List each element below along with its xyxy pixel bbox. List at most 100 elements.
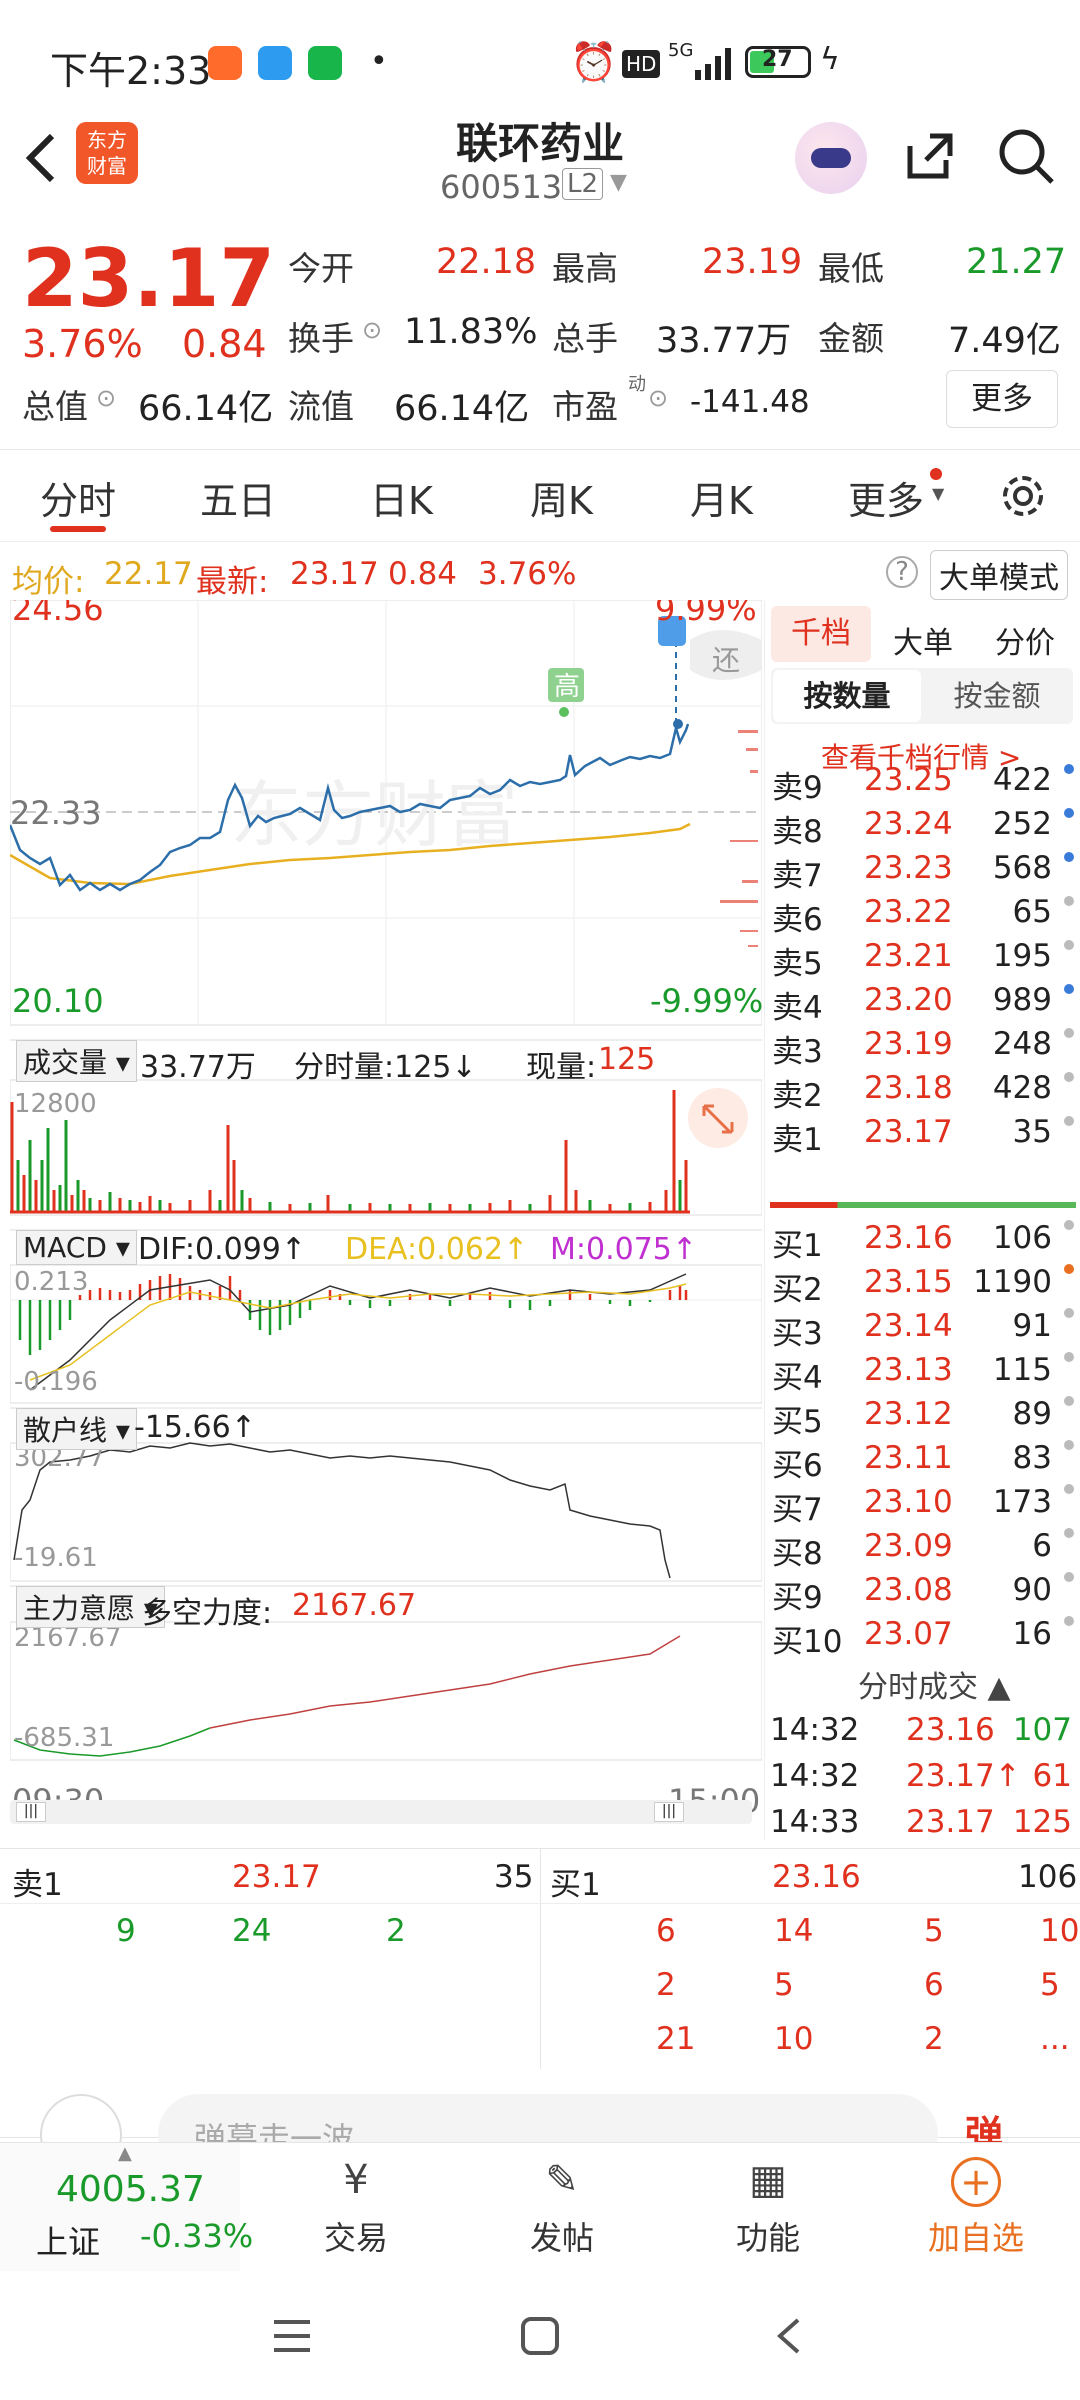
more-button[interactable]: 更多 (946, 370, 1058, 428)
tab-daily-k[interactable]: 日K (370, 470, 433, 525)
tab-monthly-k[interactable]: 月K (690, 470, 753, 525)
ask-volume: 195 (992, 938, 1052, 974)
ask-row[interactable]: 卖7 23.23 568 (768, 850, 1080, 894)
ask-row[interactable]: 卖2 23.18 428 (768, 1070, 1080, 1114)
open-value: 22.18 (436, 242, 537, 282)
bid-row[interactable]: 买4 23.13 115 (768, 1350, 1080, 1396)
nav-function[interactable]: ▦ 功能 (698, 2157, 838, 2259)
tab-more[interactable]: 更多 (848, 470, 924, 525)
tab-weekly-k[interactable]: 周K (530, 470, 593, 525)
bid-row[interactable]: 买10 23.07 16 (768, 1614, 1080, 1660)
index-widget[interactable]: ▲ 4005.37 上证 -0.33% (0, 2143, 253, 2271)
ask-row[interactable]: 卖6 23.22 65 (768, 894, 1080, 938)
ask-row[interactable]: 卖8 23.24 252 (768, 806, 1080, 850)
danmu-send-button[interactable]: 弹 (965, 2104, 1003, 2144)
tab-price-distribution[interactable]: 分价 (995, 618, 1055, 662)
bid-label: 买10 (772, 1624, 843, 1660)
info-icon[interactable]: ⊙ (96, 384, 116, 412)
macd-indicator-select[interactable]: MACD ▾ (16, 1230, 137, 1265)
system-nav-bar (0, 2272, 1080, 2400)
volume-indicator-select[interactable]: 成交量 ▾ (16, 1040, 137, 1082)
scroll-handle-right: ||| (654, 1802, 684, 1822)
intraday-chart-area[interactable]: 东方财富 高 还 24.56 22.33 20.10 9.99% -9.99% … (8, 590, 763, 1840)
trade-price: 23.17↑ (906, 1758, 1021, 1794)
share-icon[interactable] (900, 126, 960, 186)
ask-price: 23.19 (864, 1026, 953, 1062)
bid-row[interactable]: 买1 23.16 106 (768, 1218, 1080, 1264)
charging-icon: ϟ (820, 42, 840, 77)
mktcap-label: 总值 (22, 387, 88, 426)
chart-scrollbar[interactable]: ||| ||| (10, 1800, 752, 1824)
tab-by-amount[interactable]: 按金额 (923, 670, 1071, 722)
queue-sell-item: 9 (116, 1913, 136, 1949)
queue-buy-item: 6 (924, 1967, 944, 2003)
settings-gear-icon[interactable] (995, 468, 1051, 524)
order-dot-icon (1064, 1396, 1074, 1406)
search-icon[interactable] (996, 126, 1056, 186)
order-dot-icon (1064, 764, 1074, 774)
retail-indicator-select[interactable]: 散户线 ▾ (16, 1408, 137, 1450)
queue-buy-item: 10 (1040, 1913, 1080, 1949)
bid-label: 买4 (772, 1360, 823, 1396)
home-icon[interactable] (520, 2316, 560, 2356)
queue-buy-item: 2 (924, 2021, 944, 2057)
return-button[interactable]: 还 (712, 644, 740, 677)
bid-row[interactable]: 买7 23.10 173 (768, 1482, 1080, 1528)
back-nav-icon[interactable] (770, 2316, 810, 2356)
tab-big-order[interactable]: 大单 (893, 618, 953, 662)
bid-price: 23.16 (864, 1220, 953, 1256)
dropdown-icon[interactable]: ▼ (932, 484, 944, 503)
ask-row[interactable]: 卖5 23.21 195 (768, 938, 1080, 982)
order-dot-icon (1064, 896, 1074, 906)
ask-price: 23.24 (864, 806, 953, 842)
bid-volume: 106 (992, 1220, 1052, 1256)
bid-volume: 89 (1012, 1396, 1052, 1432)
level-badge[interactable]: L2 (562, 168, 604, 200)
y-axis-mid: 22.33 (10, 794, 102, 832)
tab-intraday[interactable]: 分时 (40, 470, 116, 525)
bid-row[interactable]: 买2 23.15 1190 (768, 1262, 1080, 1308)
tab-five-day[interactable]: 五日 (200, 470, 276, 525)
ask-row[interactable]: 卖9 23.25 422 (768, 762, 1080, 806)
bid-price: 23.09 (864, 1528, 953, 1564)
trades-title[interactable]: 分时成交 ▲ (858, 1662, 1011, 1706)
ask-row[interactable]: 卖1 23.17 35 (768, 1114, 1080, 1158)
nav-trade[interactable]: ¥ 交易 (286, 2157, 426, 2259)
nav-add-watchlist[interactable]: + 加自选 (906, 2157, 1046, 2259)
ask-row[interactable]: 卖4 23.20 989 (768, 982, 1080, 1026)
help-icon[interactable]: ? (886, 556, 918, 588)
big-order-mode-button[interactable]: 大单模式 (930, 550, 1068, 600)
info-icon[interactable]: ⊙ (648, 384, 668, 412)
float-value: 66.14亿 (394, 389, 530, 429)
nav-post[interactable]: ✎ 发帖 (492, 2157, 632, 2259)
bid-row[interactable]: 买6 23.11 83 (768, 1438, 1080, 1484)
dropdown-icon[interactable]: ▼ (610, 170, 627, 195)
order-dot-icon (1064, 1028, 1074, 1038)
danmu-list-icon[interactable] (40, 2094, 122, 2144)
tab-depth[interactable]: 千档 (771, 606, 871, 662)
orderbook-subtabs: 按数量 按金额 (771, 668, 1073, 724)
assistant-avatar[interactable] (795, 122, 867, 194)
bid-label: 买7 (772, 1492, 823, 1528)
bid-row[interactable]: 买5 23.12 89 (768, 1394, 1080, 1440)
danmu-input[interactable]: 弹幕走一波 (158, 2094, 938, 2144)
avg-label: 均价: (12, 564, 85, 600)
pct-axis-bottom: -9.99% (650, 982, 762, 1020)
tab-by-quantity[interactable]: 按数量 (773, 670, 921, 722)
trade-price: 23.17 (906, 1804, 995, 1840)
bid-label: 买1 (772, 1228, 823, 1264)
trade-price: 23.16 (906, 1712, 995, 1748)
current-price: 23.17 (22, 232, 276, 325)
info-icon[interactable]: ⊙ (362, 316, 382, 344)
order-dot-icon (1064, 1528, 1074, 1538)
bid-row[interactable]: 买9 23.08 90 (768, 1570, 1080, 1616)
watermark: 东方财富 (230, 776, 518, 856)
ask-row[interactable]: 卖3 23.19 248 (768, 1026, 1080, 1070)
bid-row[interactable]: 买8 23.09 6 (768, 1526, 1080, 1572)
high-label: 最高 (552, 249, 618, 288)
retail-value: -15.66↑ (134, 1410, 256, 1445)
menu-icon[interactable] (272, 2316, 312, 2356)
pe-label: 市盈 (552, 387, 618, 426)
bid-row[interactable]: 买3 23.14 91 (768, 1306, 1080, 1352)
bid-label: 买5 (772, 1404, 823, 1440)
